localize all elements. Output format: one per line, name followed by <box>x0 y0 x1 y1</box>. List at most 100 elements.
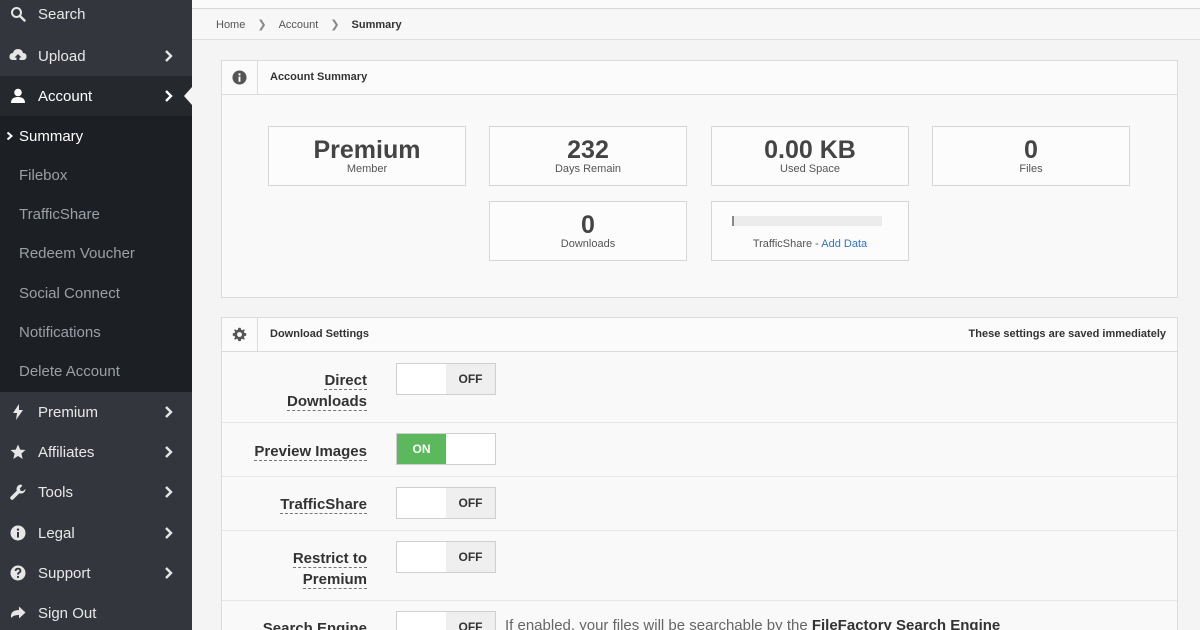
chevron-right-icon <box>6 131 14 141</box>
sidebar-item-premium[interactable]: Premium <box>0 392 192 432</box>
sidebar-item-upload[interactable]: Upload <box>0 36 192 76</box>
breadcrumb-home[interactable]: Home <box>216 19 245 31</box>
stat-value: 232 <box>567 136 609 164</box>
search-icon <box>8 4 28 24</box>
sidebar-item-label: Search <box>38 5 86 23</box>
toggle-blank-half <box>397 612 446 630</box>
preview-images-toggle[interactable]: ON <box>396 433 496 465</box>
toggle-off-label: OFF <box>446 488 495 518</box>
stat-trafficshare: TrafficShare - Add Data <box>711 201 909 261</box>
trafficshare-toggle[interactable]: OFF <box>396 487 496 519</box>
sidebar-item-label: Sign Out <box>38 604 97 622</box>
sidebar-item-tools[interactable]: Tools <box>0 472 192 512</box>
toggle-blank-half <box>397 488 446 518</box>
setting-restrict-to-premium: Restrict to Premium OFF <box>222 530 1177 600</box>
info-icon <box>8 523 28 543</box>
stat-label: Downloads <box>560 238 616 250</box>
stat-value: 0 <box>581 211 595 239</box>
stat-label: Days Remain <box>554 163 622 175</box>
stat-days-remain: 232 Days Remain <box>489 126 687 186</box>
chevron-right-icon <box>165 446 173 458</box>
submenu-item-redeem-voucher[interactable]: Redeem Voucher <box>0 234 192 273</box>
breadcrumb-separator-icon: ❯ <box>330 19 340 31</box>
submenu-item-summary[interactable]: Summary <box>0 117 192 156</box>
submenu-item-filebox[interactable]: Filebox <box>0 156 192 195</box>
top-bar <box>192 0 1200 9</box>
sidebar-item-label: Support <box>38 564 91 582</box>
submenu-item-social-connect[interactable]: Social Connect <box>0 274 192 313</box>
submenu-item-label: TrafficShare <box>19 206 100 223</box>
sidebar-item-support[interactable]: Support <box>0 553 192 593</box>
setting-label: Preview Images <box>254 441 367 462</box>
sidebar-item-label: Tools <box>38 483 74 501</box>
sidebar-item-legal[interactable]: Legal <box>0 513 192 553</box>
stat-label: TrafficShare - Add Data <box>712 238 908 250</box>
sidebar-item-label: Premium <box>38 403 99 421</box>
submenu-item-notifications[interactable]: Notifications <box>0 313 192 352</box>
stat-used-space: 0.00 KB Used Space <box>711 126 909 186</box>
stat-label: Member <box>346 163 388 175</box>
sidebar: Search Upload Account Summary Filebox Tr… <box>0 0 192 630</box>
sidebar-item-affiliates[interactable]: Affiliates <box>0 432 192 472</box>
stat-label: Files <box>1019 163 1043 175</box>
breadcrumb-separator-icon: ❯ <box>257 19 267 31</box>
wrench-icon <box>8 482 28 502</box>
setting-label-line: Downloads <box>286 393 367 411</box>
toggle-blank-half <box>397 364 446 394</box>
toggle-blank-half <box>446 434 495 464</box>
chevron-right-icon <box>165 567 173 579</box>
submenu-item-label: Delete Account <box>19 363 120 380</box>
stat-downloads: 0 Downloads <box>489 201 687 261</box>
submenu-item-label: Redeem Voucher <box>19 245 135 262</box>
add-data-link[interactable]: Add Data <box>821 238 867 250</box>
upload-icon <box>8 46 28 66</box>
info-icon <box>222 61 258 94</box>
sidebar-item-search[interactable]: Search <box>0 0 192 34</box>
setting-label-line: Premium <box>302 571 367 589</box>
breadcrumb-current: Summary <box>351 18 402 31</box>
setting-label: TrafficShare <box>280 494 367 515</box>
toggle-off-label: OFF <box>446 542 495 572</box>
chevron-right-icon <box>165 406 173 418</box>
chevron-right-icon <box>165 90 173 102</box>
active-indicator <box>184 87 192 105</box>
submenu-item-trafficshare[interactable]: TrafficShare <box>0 195 192 234</box>
stat-membership: Premium Member <box>268 126 466 186</box>
sidebar-item-label: Upload <box>38 47 86 65</box>
restrict-to-premium-toggle[interactable]: OFF <box>396 541 496 573</box>
search-engine-description: If enabled, your files will be searchabl… <box>505 617 1000 630</box>
setting-direct-downloads: Direct Downloads OFF <box>222 352 1177 422</box>
setting-label-line: Restrict to <box>292 550 367 568</box>
search-engine-toggle[interactable]: OFF <box>396 611 496 630</box>
submenu-item-label: Filebox <box>19 167 68 184</box>
stat-value: Premium <box>313 136 421 164</box>
panel-header: Account Summary <box>222 61 1177 95</box>
sidebar-item-label: Legal <box>38 524 75 542</box>
chevron-right-icon <box>165 486 173 498</box>
sidebar-item-label: Account <box>38 87 93 105</box>
sidebar-item-account[interactable]: Account <box>0 76 192 116</box>
panel-title: Account Summary <box>270 71 368 83</box>
setting-label-line: Search Engine <box>262 620 367 630</box>
submenu-item-delete-account[interactable]: Delete Account <box>0 352 192 391</box>
stat-label: Used Space <box>780 163 840 175</box>
panel-header: Download Settings These settings are sav… <box>222 318 1177 352</box>
stat-value: 0 <box>1024 136 1038 164</box>
sign-out-icon <box>8 603 28 623</box>
setting-label-line: TrafficShare <box>280 496 367 514</box>
stat-value: 0.00 KB <box>764 136 856 164</box>
panel-title: Download Settings <box>270 328 369 340</box>
sidebar-item-sign-out[interactable]: Sign Out <box>0 593 192 630</box>
account-submenu: Summary Filebox TrafficShare Redeem Vouc… <box>0 116 192 392</box>
submenu-item-label: Notifications <box>19 324 101 341</box>
question-icon <box>8 563 28 583</box>
download-settings-panel: Download Settings These settings are sav… <box>221 317 1178 630</box>
setting-label: Direct Downloads <box>286 370 367 412</box>
submenu-item-label: Social Connect <box>19 285 120 302</box>
user-icon <box>8 86 28 106</box>
setting-label-line: Preview Images <box>254 443 367 461</box>
direct-downloads-toggle[interactable]: OFF <box>396 363 496 395</box>
submenu-item-label: Summary <box>19 128 84 145</box>
chevron-right-icon <box>165 50 173 62</box>
breadcrumb-account[interactable]: Account <box>279 19 319 31</box>
